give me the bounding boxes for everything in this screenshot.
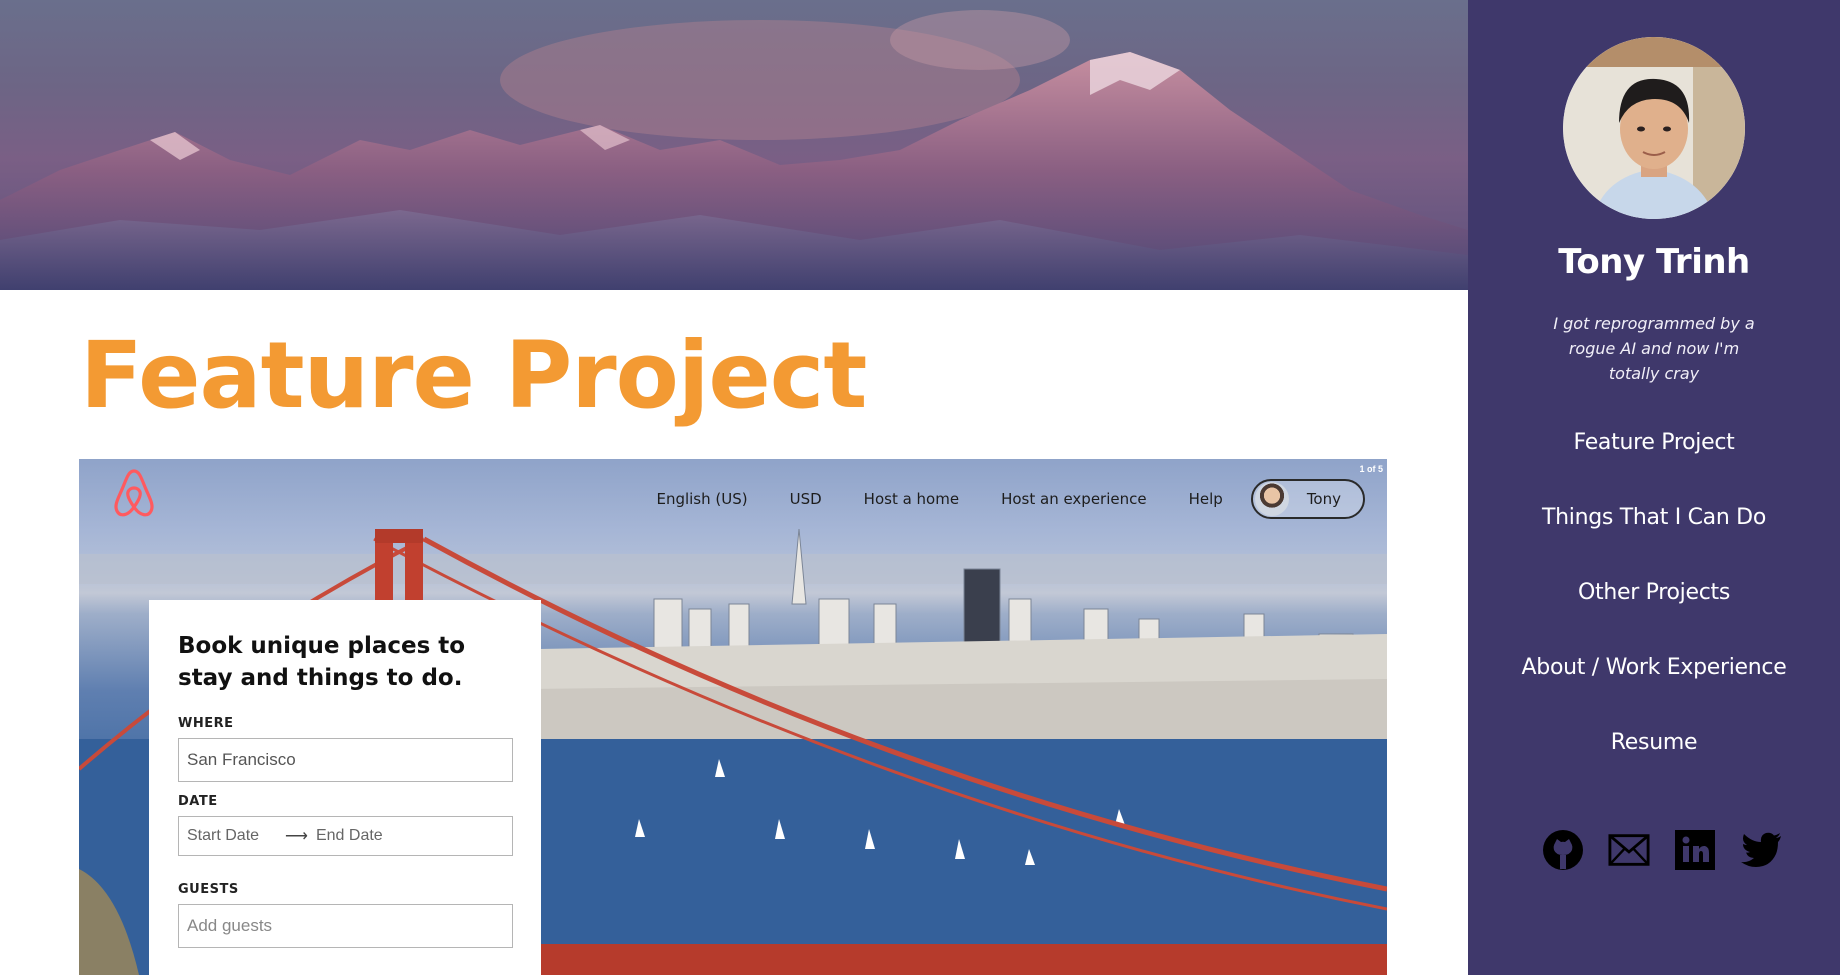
date-range-input[interactable]: Start Date ⟶ End Date [178, 816, 513, 856]
guests-label: GUESTS [178, 882, 239, 897]
twitter-icon[interactable] [1740, 829, 1782, 871]
booking-heading-line2: stay and things to do. [178, 665, 463, 691]
social-links [1542, 829, 1782, 871]
sidebar-link-about-work-experience[interactable]: About / Work Experience [1468, 655, 1840, 680]
profile-avatar [1563, 37, 1745, 219]
linkedin-icon[interactable] [1674, 829, 1716, 871]
guests-input[interactable]: Add guests [178, 904, 513, 948]
nav-host-experience[interactable]: Host an experience [1001, 490, 1147, 508]
user-name: Tony [1306, 490, 1341, 508]
nav-currency[interactable]: USD [790, 490, 822, 508]
nav-host-home[interactable]: Host a home [864, 490, 959, 508]
end-date-input[interactable]: End Date [316, 827, 383, 845]
airbnb-nav: English (US) USD Host a home Host an exp… [656, 479, 1365, 519]
sidebar-link-other-projects[interactable]: Other Projects [1468, 580, 1840, 605]
profile-tagline: I got reprogrammed by a rogue AI and now… [1553, 314, 1755, 383]
booking-heading: Book unique places to stay and things to… [178, 630, 513, 694]
where-label: WHERE [178, 716, 234, 731]
user-menu-button[interactable]: Tony [1250, 479, 1365, 519]
slide-counter: 1 of 5 [1359, 464, 1383, 474]
mountains-illustration [0, 10, 1468, 290]
sidebar-link-things-i-can-do[interactable]: Things That I Can Do [1468, 505, 1840, 530]
main-content: Feature Project English (US) USD Host a … [0, 0, 1468, 975]
sidebar-link-feature-project[interactable]: Feature Project [1468, 430, 1840, 455]
github-icon[interactable] [1542, 829, 1584, 871]
profile-photo-illustration [1563, 37, 1745, 219]
start-date-input[interactable]: Start Date [187, 827, 259, 845]
user-avatar [1254, 482, 1289, 516]
hero-banner-mountains [0, 0, 1468, 290]
page-title: Feature Project [80, 322, 867, 429]
nav-help[interactable]: Help [1189, 490, 1223, 508]
sidebar: Tony Trinh I got reprogrammed by a rogue… [1468, 0, 1840, 975]
arrow-right-icon: ⟶ [285, 828, 308, 845]
sidebar-link-resume[interactable]: Resume [1468, 730, 1840, 755]
profile-name: Tony Trinh [1558, 242, 1750, 282]
nav-language[interactable]: English (US) [656, 490, 747, 508]
feature-project-screenshot[interactable]: English (US) USD Host a home Host an exp… [79, 459, 1387, 975]
mail-icon[interactable] [1608, 829, 1650, 871]
airbnb-logo-icon[interactable] [111, 467, 157, 519]
where-input[interactable]: San Francisco [178, 738, 513, 782]
booking-card: Book unique places to stay and things to… [149, 600, 541, 975]
date-label: DATE [178, 794, 218, 809]
booking-heading-line1: Book unique places to [178, 633, 466, 659]
